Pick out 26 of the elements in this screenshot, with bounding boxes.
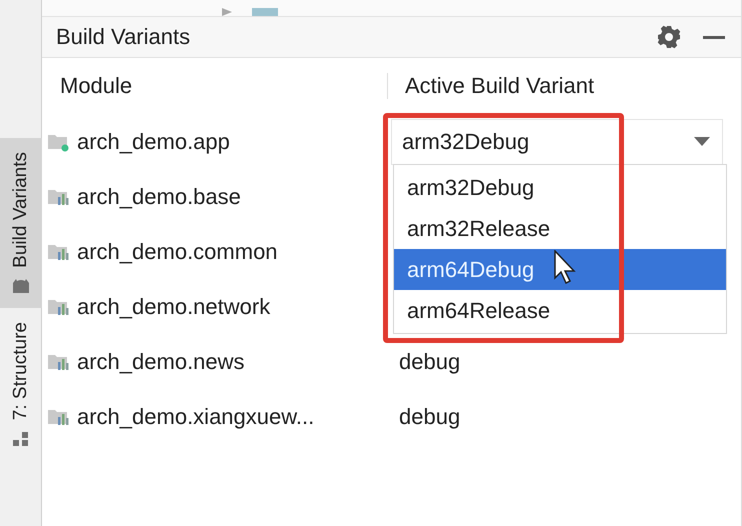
dropdown-option[interactable]: arm64Debug: [394, 249, 726, 290]
column-header: Active Build Variant: [387, 73, 741, 99]
dropdown-option[interactable]: arm32Release: [394, 208, 726, 249]
settings-icon: [657, 25, 681, 49]
module-name: arch_demo.news: [77, 348, 245, 374]
expand-arrow-icon: [222, 8, 232, 16]
panel-title: Build Variants: [56, 24, 192, 50]
module-name: arch_demo.xiangxuew...: [77, 404, 314, 430]
tool-window-tab[interactable]: 7: Structure: [0, 308, 42, 460]
dropdown-option[interactable]: arm32Debug: [394, 167, 726, 208]
module-name: arch_demo.network: [77, 294, 270, 320]
module-name: arch_demo.app: [77, 128, 230, 154]
tool-window-tab[interactable]: Build Variants: [0, 138, 42, 308]
dropdown-option[interactable]: arm64Release: [394, 290, 726, 331]
module-name: arch_demo.base: [77, 184, 241, 210]
structure-icon: [13, 430, 29, 446]
android-icon: [12, 278, 30, 294]
minimize-icon: [703, 36, 725, 38]
variant-value: debug: [398, 404, 462, 430]
module-name: arch_demo.common: [77, 238, 278, 264]
mouse-cursor-icon: [554, 250, 576, 284]
dropdown-arrow-icon: [694, 137, 710, 146]
folder-icon: [252, 8, 278, 16]
variant-value: debug: [398, 348, 462, 374]
column-header: Module: [59, 73, 134, 99]
variant-dropdown[interactable]: arm32Debug: [391, 118, 723, 164]
